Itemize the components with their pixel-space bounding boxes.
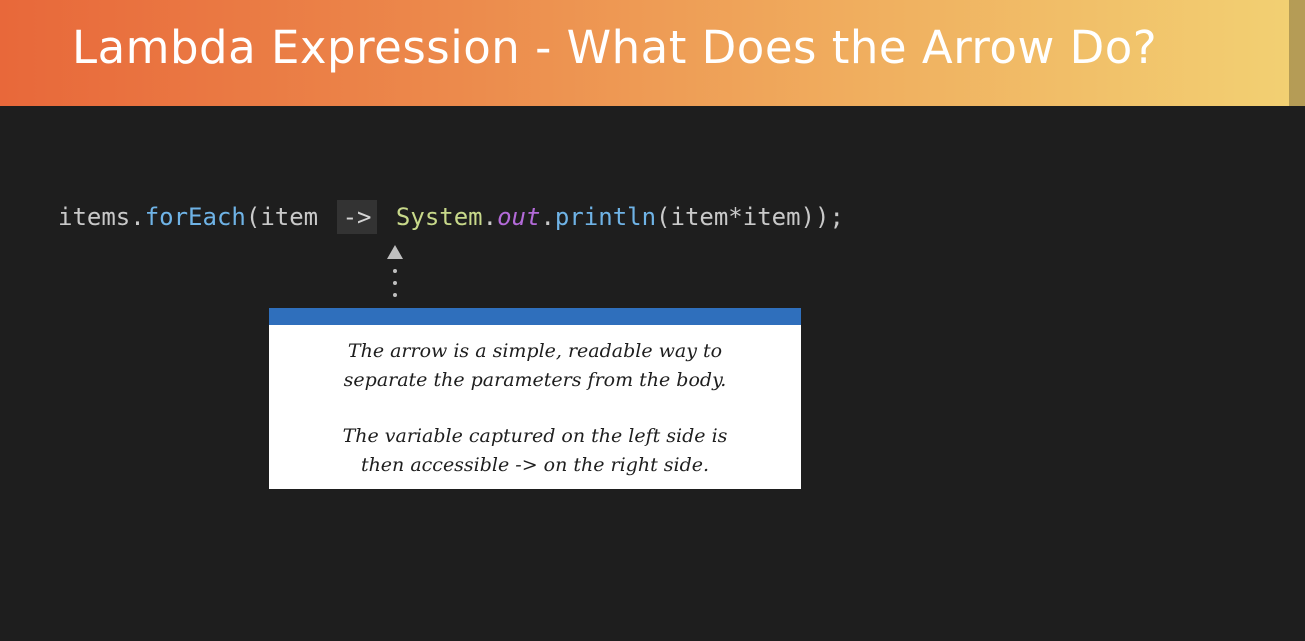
callout-line: The arrow is a simple, readable way to [347, 340, 723, 362]
code-dot: . [482, 203, 498, 231]
callout-line: separate the parameters from the body. [343, 369, 727, 391]
code-receiver: items [58, 203, 131, 231]
explanation-callout: The arrow is a simple, readable way to s… [269, 308, 801, 489]
pointer-triangle [387, 245, 403, 259]
pointer-dot [393, 269, 397, 273]
title-banner: Lambda Expression - What Does the Arrow … [0, 0, 1305, 106]
code-method-println: println [554, 203, 657, 231]
slide: Lambda Expression - What Does the Arrow … [0, 0, 1305, 641]
banner-edge [1289, 0, 1305, 106]
code-param: item [260, 203, 319, 231]
callout-text: The arrow is a simple, readable way to s… [269, 325, 801, 480]
code-arrow-highlight: -> [336, 200, 378, 234]
callout-line: then accessible -> on the right side. [360, 454, 710, 476]
callout-header-bar [269, 308, 801, 325]
code-line: items.forEach(item -> System.out.println… [58, 200, 844, 234]
pointer-dot [393, 293, 397, 297]
code-args: (item*item)); [656, 203, 844, 231]
code-dot: . [540, 203, 555, 231]
code-method-foreach: forEach [144, 203, 246, 231]
slide-title: Lambda Expression - What Does the Arrow … [72, 21, 1158, 74]
callout-line: The variable captured on the left side i… [342, 425, 728, 447]
pointer-dot [393, 281, 397, 285]
code-dot: . [130, 203, 145, 231]
code-class-system: System [395, 203, 483, 231]
code-field-out: out [497, 203, 541, 231]
code-open-paren: ( [245, 203, 261, 231]
up-arrow-pointer-icon [385, 245, 405, 305]
